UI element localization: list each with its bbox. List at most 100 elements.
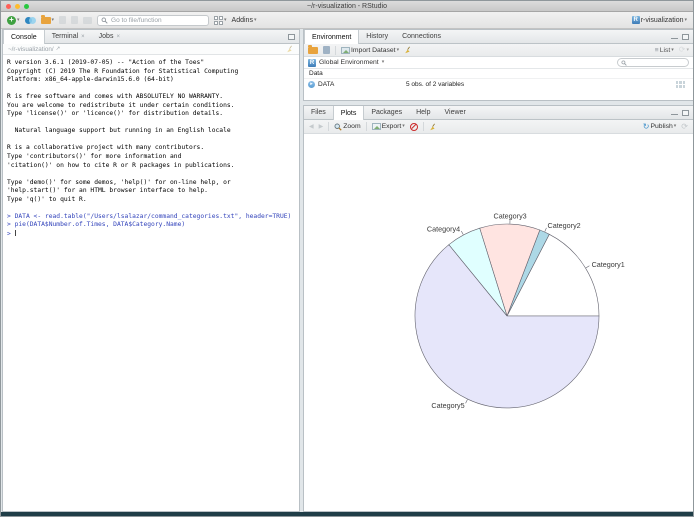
- close-tab-icon[interactable]: ×: [81, 34, 85, 40]
- print-icon: [83, 16, 93, 24]
- tab-label: History: [366, 33, 389, 40]
- label-tick: [585, 265, 590, 269]
- environment-section-header: Data: [304, 69, 693, 79]
- console-line: > pie(DATA$Number.of.Times, DATA$Categor…: [7, 221, 186, 229]
- close-tab-icon[interactable]: ×: [116, 34, 120, 40]
- tab-files[interactable]: Files: [304, 106, 333, 119]
- environment-panel: Environment History Connections Import D…: [303, 29, 693, 101]
- tab-label: Files: [311, 109, 326, 116]
- maximize-panel-icon[interactable]: [682, 33, 689, 40]
- text-cursor: [14, 229, 16, 237]
- save-icon: [59, 16, 67, 24]
- tab-label: Connections: [402, 33, 441, 40]
- console-line: Type 'license()' or 'licence()' for dist…: [7, 110, 224, 118]
- save-button[interactable]: [59, 16, 67, 24]
- save-all-button[interactable]: [71, 16, 79, 24]
- clear-objects-icon[interactable]: [404, 46, 412, 54]
- import-dataset-button[interactable]: Import Dataset ▾: [341, 46, 399, 54]
- search-icon: [101, 17, 108, 24]
- console-line: Type 'q()' to quit R.: [7, 195, 87, 203]
- maximize-panel-icon[interactable]: [288, 33, 295, 40]
- console-line: R is a collaborative project with many c…: [7, 144, 205, 152]
- addins-label: Addins: [231, 16, 253, 24]
- console-line: >: [7, 229, 16, 238]
- publish-button[interactable]: ↻ Publish ▾: [643, 122, 677, 131]
- tab-console[interactable]: Console: [3, 30, 45, 44]
- label-tick: [465, 399, 468, 404]
- environment-toolbar: Import Dataset ▾ ≡ List ▾ ⟳ ▾: [304, 44, 693, 57]
- plots-tabstrip: Files Plots Packages Help Viewer: [304, 106, 693, 120]
- new-project-button[interactable]: [24, 16, 36, 25]
- scope-selector[interactable]: Global Environment: [319, 59, 379, 66]
- window-title: ~/r-visualization - RStudio: [307, 2, 387, 10]
- pie-chart: Category1 Category2 Category3 Category4 Cate…: [414, 212, 625, 410]
- console-tabstrip: Console Terminal × Jobs ×: [3, 30, 299, 44]
- goto-file-function-input[interactable]: Go to file/function: [97, 14, 210, 26]
- environment-search-input[interactable]: [617, 58, 689, 67]
- pie-label-Category4: Category4: [427, 224, 460, 233]
- console-output[interactable]: R version 3.6.1 (2019-07-05) -- "Action …: [3, 55, 299, 511]
- console-line: R version 3.6.1 (2019-07-05) -- "Action …: [7, 59, 205, 66]
- tab-plots[interactable]: Plots: [332, 106, 365, 120]
- export-image-icon: [371, 123, 381, 130]
- chevron-down-icon: ▾: [671, 46, 674, 53]
- tab-help[interactable]: Help: [409, 106, 437, 119]
- search-icon: [621, 59, 627, 66]
- minimize-panel-icon[interactable]: [671, 113, 678, 115]
- open-file-button[interactable]: ▾: [40, 14, 54, 24]
- goto-placeholder: Go to file/function: [111, 16, 162, 24]
- workspace: Console Terminal × Jobs × ~/r-visualizat…: [1, 29, 693, 514]
- print-button[interactable]: [83, 16, 93, 24]
- panes-grid-icon: [214, 15, 224, 25]
- remove-plot-icon[interactable]: [409, 122, 418, 131]
- main-toolbar: + ▾ ▾ Go to file/function ▾ Addins ▾ R r…: [1, 12, 693, 29]
- chevron-down-icon: ▾: [17, 16, 20, 23]
- tab-connections[interactable]: Connections: [395, 30, 448, 43]
- chevron-down-icon: ▾: [686, 46, 689, 53]
- new-file-button[interactable]: + ▾: [7, 15, 20, 25]
- traffic-lights: [6, 3, 29, 9]
- list-icon: ≡: [654, 46, 659, 54]
- expand-object-icon[interactable]: ▸: [308, 80, 315, 88]
- minimize-panel-icon[interactable]: [671, 37, 678, 39]
- console-line: > DATA <- read.table("/Users/lsalazar/co…: [7, 212, 292, 220]
- r-environment-icon: R: [308, 58, 316, 67]
- zoom-window-icon[interactable]: [24, 3, 29, 9]
- environment-object-row[interactable]: ▸ DATA 5 obs. of 2 variables: [304, 79, 693, 89]
- tab-packages[interactable]: Packages: [364, 106, 409, 119]
- zoom-plot-button[interactable]: Zoom: [334, 123, 361, 131]
- next-plot-icon[interactable]: ▶: [319, 123, 324, 130]
- load-workspace-icon[interactable]: [308, 44, 318, 54]
- tab-terminal[interactable]: Terminal ×: [45, 30, 92, 43]
- export-plot-button[interactable]: Export ▾: [371, 123, 405, 130]
- addins-button[interactable]: Addins ▾: [232, 17, 257, 24]
- plots-panel: Files Plots Packages Help Viewer ◀ ▶ Zoo…: [303, 105, 693, 512]
- minimize-window-icon[interactable]: [15, 3, 20, 9]
- list-label: List: [659, 46, 671, 54]
- previous-plot-icon[interactable]: ◀: [309, 123, 314, 130]
- tab-environment[interactable]: Environment: [304, 30, 360, 44]
- panes-layout-button[interactable]: ▾: [214, 15, 227, 25]
- clear-console-icon[interactable]: [286, 45, 294, 53]
- tab-history[interactable]: History: [359, 30, 395, 43]
- project-menu-button[interactable]: R r-visualization ▾: [631, 16, 687, 24]
- tab-jobs[interactable]: Jobs ×: [92, 30, 127, 43]
- clear-plots-icon[interactable]: [429, 123, 437, 131]
- refresh-environment-button[interactable]: ⟳ ▾: [679, 46, 689, 54]
- refresh-plot-icon[interactable]: ⟳: [681, 122, 688, 131]
- list-view-button[interactable]: ≡ List ▾: [655, 47, 674, 54]
- external-link-icon[interactable]: ↗: [56, 46, 61, 52]
- pie-label-Category3: Category3: [494, 212, 527, 221]
- chevron-down-icon: ▾: [402, 123, 405, 129]
- view-data-icon[interactable]: [676, 80, 685, 88]
- tab-viewer[interactable]: Viewer: [438, 106, 473, 119]
- console-path-bar: ~/r-visualization/ ↗: [3, 44, 299, 55]
- tab-label: Jobs: [98, 33, 114, 40]
- close-window-icon[interactable]: [6, 3, 11, 9]
- save-all-icon: [71, 16, 79, 24]
- maximize-panel-icon[interactable]: [682, 109, 689, 116]
- pie-label-Category5: Category5: [431, 401, 464, 410]
- open-folder-icon: [40, 14, 51, 24]
- save-workspace-icon[interactable]: [323, 46, 330, 54]
